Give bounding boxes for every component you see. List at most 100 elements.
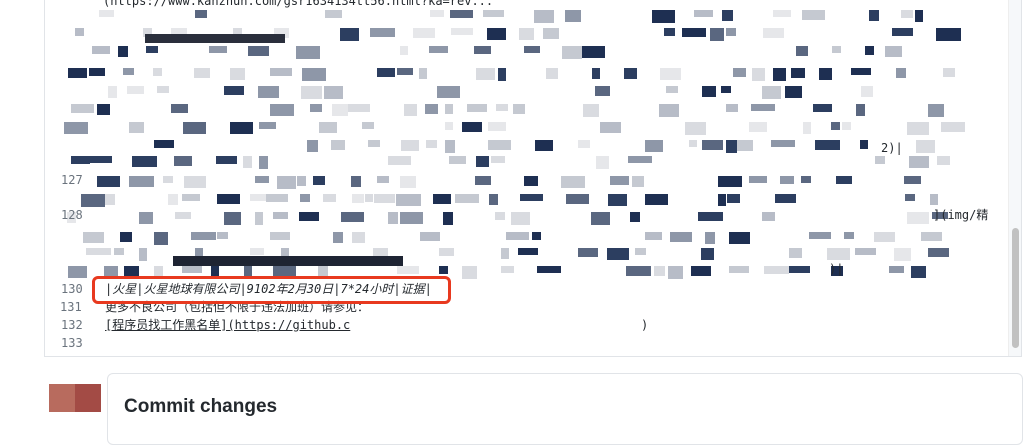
redacted-pixel	[333, 232, 343, 243]
redacted-pixel	[694, 10, 713, 17]
redacted-pixel	[762, 212, 775, 221]
redacted-pixel	[775, 194, 796, 203]
redacted-pixel	[258, 86, 279, 98]
editor-scrollbar[interactable]	[1008, 0, 1021, 356]
redacted-pixel	[749, 122, 767, 132]
redacted-pixel	[474, 46, 491, 54]
redacted-pixel	[332, 104, 348, 116]
redacted-pixel	[68, 266, 87, 278]
redacted-pixel	[943, 68, 955, 77]
redacted-pixel	[718, 176, 742, 187]
redacted-pixel	[397, 68, 413, 75]
scrollbar-thumb[interactable]	[1012, 228, 1019, 348]
redacted-pixel	[726, 140, 737, 153]
redacted-bar	[173, 256, 403, 266]
commit-title: Commit changes	[124, 396, 278, 417]
redacted-bar	[145, 34, 285, 43]
redacted-pixel	[433, 194, 451, 204]
redacted-pixel	[388, 156, 411, 165]
redacted-pixel	[224, 212, 241, 225]
redacted-pixel	[874, 232, 895, 242]
redacted-pixel	[727, 194, 740, 203]
redacted-pixel	[297, 176, 306, 186]
line-number: 127	[61, 173, 83, 187]
redacted-pixel	[217, 194, 240, 204]
redacted-pixel	[495, 212, 505, 220]
redacted-pixel	[635, 248, 646, 255]
redacted-pixel	[701, 248, 714, 260]
redacted-pixel	[86, 248, 111, 255]
redacted-pixel	[307, 140, 318, 152]
redacted-pixel	[702, 140, 723, 150]
redacted-pixel	[941, 122, 965, 132]
redacted-pixel	[856, 104, 865, 116]
redacted-pixel	[365, 194, 373, 202]
redacted-pixel	[652, 10, 675, 23]
redacted-pixel	[154, 140, 174, 148]
redacted-pixel	[583, 104, 599, 117]
redacted-pixel	[211, 266, 219, 276]
redacted-pixel	[129, 176, 154, 187]
line-number: 132	[61, 318, 83, 332]
redacted-pixel	[182, 194, 200, 201]
redacted-pixel	[752, 68, 765, 81]
redacted-pixel	[273, 212, 288, 219]
redacted-pixel	[71, 104, 94, 113]
redacted-pixel	[168, 194, 178, 205]
redacted-pixel	[420, 232, 440, 241]
redacted-pixel	[511, 212, 530, 225]
redacted-pixel	[230, 68, 245, 80]
redacted-pixel	[789, 248, 802, 258]
redacted-pixel	[885, 46, 902, 57]
redacted-pixel	[368, 140, 380, 147]
redacted-pixel	[443, 212, 453, 225]
redacted-pixel	[827, 248, 850, 260]
redacted-pixel	[217, 232, 228, 239]
redacted-pixel	[475, 176, 491, 185]
line-text-fragment: ](img/精	[933, 208, 989, 222]
redacted-pixel	[97, 104, 110, 115]
redacted-pixel	[546, 68, 558, 79]
redacted-pixel	[722, 10, 733, 21]
redacted-pixel	[632, 176, 644, 187]
redacted-pixel	[216, 156, 237, 164]
redacted-pixel	[705, 232, 715, 244]
redacted-pixel	[855, 248, 876, 255]
redacted-pixel	[518, 248, 538, 255]
redacted-pixel	[191, 232, 216, 240]
redacted-pixel	[430, 10, 444, 17]
line-text: (https://www.kanzhun.com/gsr1634134tt56.…	[103, 0, 494, 8]
redacted-pixel	[907, 122, 929, 135]
redacted-pixel	[645, 232, 662, 240]
redacted-pixel	[789, 266, 810, 273]
redacted-pixel	[64, 122, 88, 134]
redacted-pixel	[352, 194, 364, 203]
redacted-pixel	[388, 212, 398, 224]
redacted-pixel	[592, 68, 600, 79]
redacted-pixel	[445, 122, 453, 130]
redacted-pixel	[803, 122, 811, 134]
redacted-pixel	[487, 28, 506, 40]
redacted-pixel	[928, 248, 949, 257]
redacted-pixel	[259, 156, 268, 169]
redacted-pixel	[362, 122, 374, 129]
redacted-pixel	[449, 156, 466, 164]
redacted-pixel	[351, 176, 361, 187]
redacted-pixel	[689, 140, 697, 147]
redacted-pixel	[157, 86, 169, 93]
redacted-pixel	[654, 266, 665, 276]
redacted-pixel	[721, 86, 731, 93]
redacted-pixel	[501, 266, 514, 273]
redacted-pixel	[737, 140, 753, 151]
redacted-pixel	[340, 28, 359, 41]
redacted-pixel	[875, 156, 885, 164]
redacted-pixel	[90, 156, 112, 163]
redacted-pixel	[352, 232, 365, 243]
redacted-pixel	[520, 194, 543, 201]
redacted-pixel	[270, 104, 294, 116]
redacted-pixel	[467, 104, 487, 112]
line-text: [程序员找工作黑名单](https://github.c	[105, 318, 351, 332]
redacted-pixel	[496, 104, 508, 111]
redacted-pixel	[250, 194, 266, 201]
redacted-pixel	[374, 194, 395, 203]
